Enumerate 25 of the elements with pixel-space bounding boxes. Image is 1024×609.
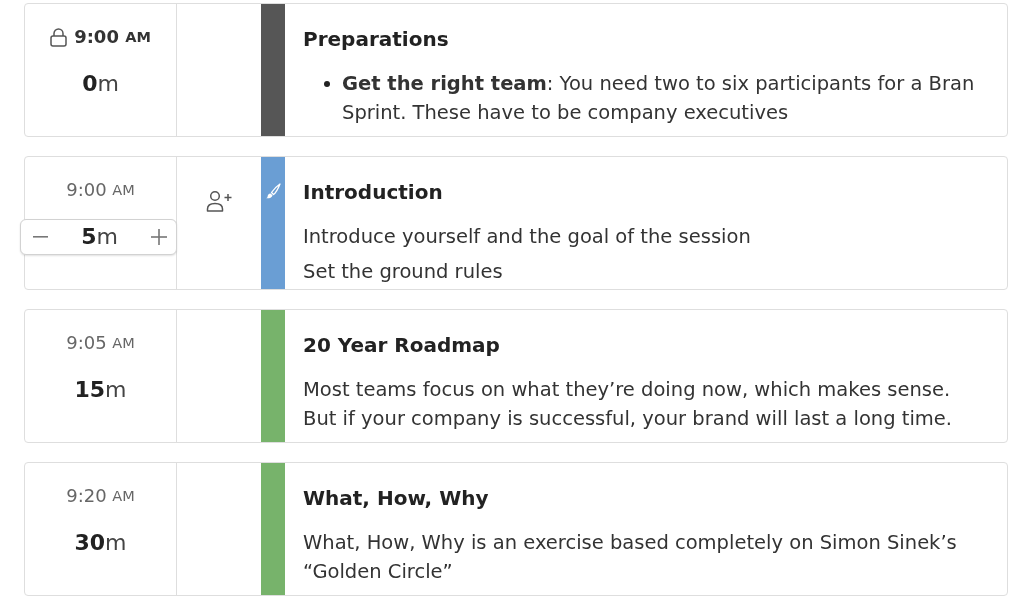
item-description: Set the ground rules bbox=[303, 259, 504, 285]
duration-text: 5m bbox=[81, 223, 118, 251]
item-title: Preparations bbox=[303, 26, 450, 53]
duration-text: 0m bbox=[82, 70, 119, 98]
item-title: 20 Year Roadmap bbox=[303, 332, 501, 359]
duration-text: 30m bbox=[74, 529, 127, 557]
start-time: 9:00 AM bbox=[50, 25, 151, 49]
start-time: 9:20 AM bbox=[66, 484, 135, 508]
minus-icon bbox=[32, 236, 48, 238]
start-time: 9:05 AM bbox=[66, 331, 135, 355]
duration-text: 15m bbox=[74, 376, 127, 404]
item-description: What, How, Why is an exercise based completely on Simon Sinek’s “Golden Circle” bbox=[303, 530, 958, 585]
item-title: What, How, Why bbox=[303, 485, 490, 512]
brush-icon[interactable] bbox=[265, 183, 281, 199]
increase-button[interactable] bbox=[148, 226, 170, 248]
item-title: Introduction bbox=[303, 179, 444, 206]
plus-icon bbox=[151, 229, 167, 245]
bullet-text: Get the right team: You need two to six participants for a Bran Sprint. These have to be company executives bbox=[342, 71, 976, 126]
start-time: 9:00 AM bbox=[66, 178, 135, 202]
item-description: Most teams focus on what they’re doing now, which makes sense. But if your company is successful, your brand will last a long time. bbox=[303, 377, 954, 432]
duration-stepper[interactable]: 5m bbox=[20, 219, 177, 255]
bullet-icon bbox=[324, 81, 330, 87]
person-plus-icon[interactable] bbox=[206, 190, 232, 212]
item-description: Introduce yourself and the goal of the session bbox=[303, 224, 752, 250]
lock-icon bbox=[50, 27, 68, 47]
